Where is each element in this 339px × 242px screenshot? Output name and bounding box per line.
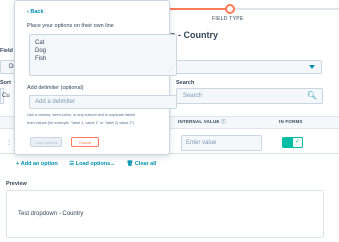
delimiter-placeholder: Add a delimiter — [35, 99, 76, 105]
load-options-submit-button[interactable]: Load options — [30, 137, 62, 147]
delimiter-input[interactable]: Add a delimiter — [29, 95, 177, 109]
step-label: FIELD TYPE — [212, 16, 244, 22]
resize-handle-icon[interactable]: ⋰ — [169, 65, 174, 73]
delimiter-help-line-2: from values (for example, "label 1, valu… — [27, 121, 135, 125]
search-placeholder: Search — [183, 93, 203, 99]
options-textarea[interactable]: Cat Dog Fish ⋰ — [29, 34, 177, 76]
load-options-button[interactable]: ☰ Load options... — [69, 161, 115, 167]
sort-select[interactable]: Cu — [0, 88, 10, 104]
chevron-down-icon — [309, 65, 315, 69]
option-line: Dog — [35, 48, 47, 54]
search-icon: 🔍︎ — [306, 91, 317, 100]
cancel-button[interactable]: Cancel — [71, 137, 99, 147]
in-forms-header: IN FORMS — [279, 119, 303, 124]
internal-value-header: INTERNAL VALUE ⓘ — [178, 119, 226, 124]
progress-fill — [160, 8, 230, 10]
load-options-popover: ‹ Back Place your options on their own l… — [14, 0, 177, 155]
sort-value: Cu — [2, 93, 10, 99]
option-line: Fish — [35, 56, 47, 62]
search-label: Search — [176, 80, 195, 86]
options-actions: + Add an option ☰ Load options... 🗑︎ Cle… — [16, 161, 166, 167]
field-type-label: Field — [0, 48, 13, 54]
in-forms-toggle[interactable]: ✓ — [282, 137, 303, 148]
step-indicator — [225, 4, 235, 14]
back-link[interactable]: ‹ Back — [27, 9, 44, 15]
delimiter-label: Add delimiter (optional) — [27, 85, 84, 91]
preview-text: Test dropdown - Country — [18, 211, 84, 217]
internal-value-placeholder: Enter value — [186, 140, 217, 146]
option-line: Cat — [35, 40, 45, 46]
check-icon: ✓ — [293, 138, 302, 147]
sort-label: Sort — [0, 80, 11, 86]
internal-value-input[interactable]: Enter value — [181, 135, 262, 151]
delimiter-help-line-1: Use a comma, semi-colon, or any custom t… — [27, 113, 136, 117]
field-title: n - Country — [170, 30, 218, 40]
add-option-button[interactable]: + Add an option — [16, 161, 58, 167]
clear-all-button[interactable]: 🗑︎ Clear all — [126, 161, 156, 167]
options-label: Place your options on their own line — [27, 23, 114, 29]
preview-label: Preview — [6, 181, 27, 187]
search-input[interactable]: Search 🔍︎ — [176, 88, 323, 104]
